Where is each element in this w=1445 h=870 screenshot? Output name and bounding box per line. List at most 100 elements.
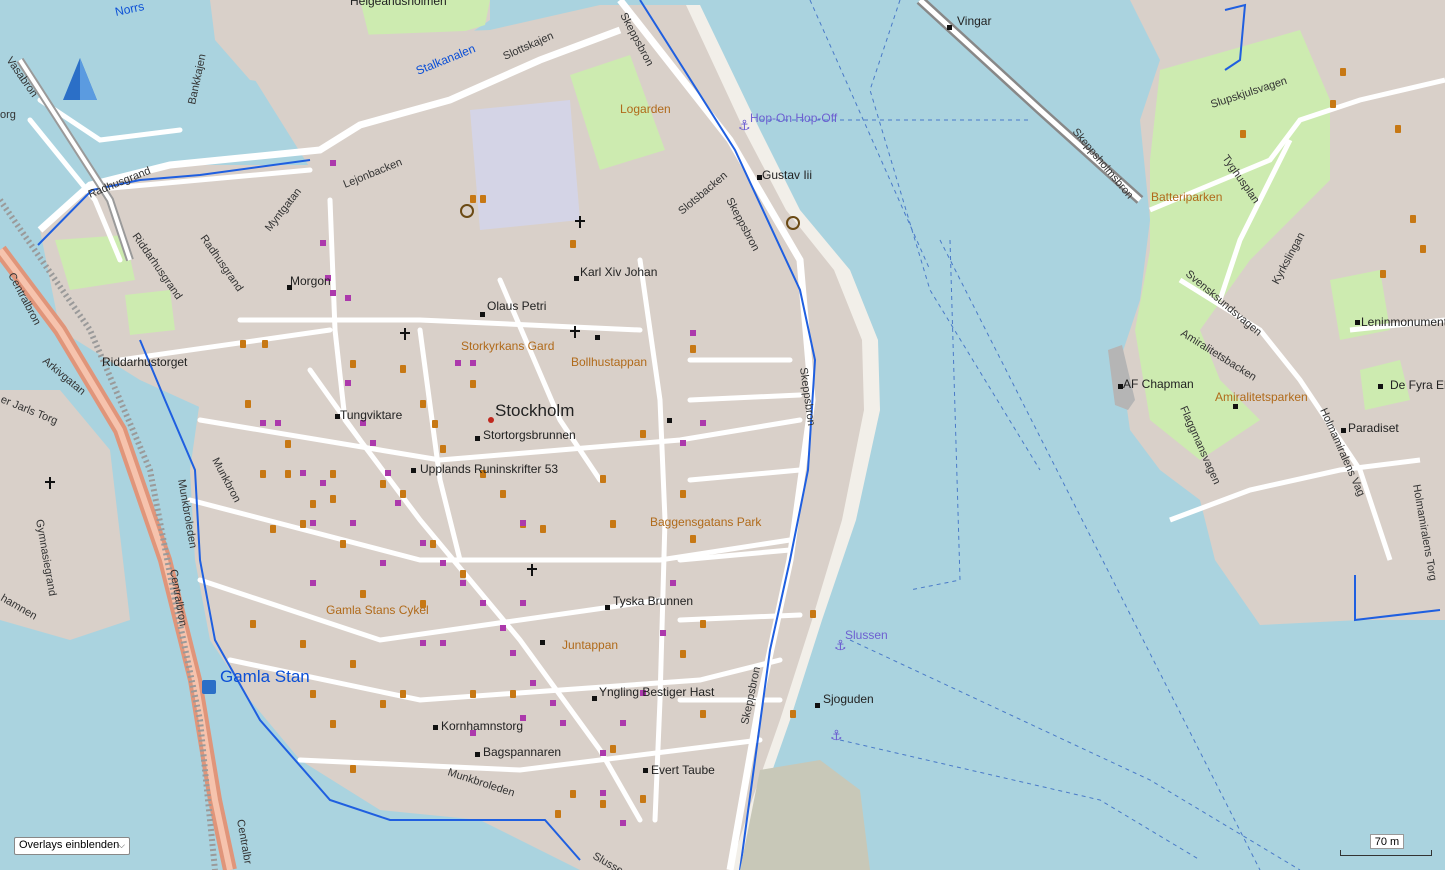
label-logarden[interactable]: Logarden (620, 102, 671, 116)
food-icon (330, 495, 336, 503)
shop-icon (310, 520, 316, 526)
label-morgon[interactable]: Morgon (290, 274, 331, 288)
food-icon (310, 500, 316, 508)
food-icon (690, 535, 696, 543)
label-fyra[interactable]: De Fyra Eleme (1390, 378, 1445, 392)
food-icon (470, 690, 476, 698)
label-tyska[interactable]: Tyska Brunnen (613, 594, 693, 608)
label-lenin[interactable]: Leninmonument (1361, 315, 1445, 329)
food-icon (300, 520, 306, 528)
overlays-dropdown-label: Overlays einblenden (19, 839, 120, 851)
shop-icon (420, 540, 426, 546)
food-icon (1340, 68, 1346, 76)
shop-icon (345, 380, 351, 386)
shop-icon (380, 560, 386, 566)
food-icon (680, 650, 686, 658)
shop-icon (460, 580, 466, 586)
food-icon (432, 420, 438, 428)
shop-icon (620, 820, 626, 826)
food-icon (310, 690, 316, 698)
shop-icon (470, 360, 476, 366)
label-sjoguden[interactable]: Sjoguden (823, 692, 874, 706)
label-olaus[interactable]: Olaus Petri (487, 299, 546, 313)
label-gustav[interactable]: Gustav Iii (762, 168, 812, 182)
food-icon (555, 810, 561, 818)
label-stortorg[interactable]: Stortorgsbrunnen (483, 428, 576, 442)
label-upplands[interactable]: Upplands Runinskrifter 53 (420, 462, 558, 476)
food-icon (380, 700, 386, 708)
food-icon (400, 690, 406, 698)
label-hop-on[interactable]: Hop-On Hop-Off (750, 111, 838, 125)
shop-icon (455, 360, 461, 366)
food-icon (640, 430, 646, 438)
label-storkyrkans[interactable]: Storkyrkans Gard (461, 339, 554, 353)
food-icon (350, 660, 356, 668)
label-af-chapman[interactable]: AF Chapman (1123, 377, 1194, 391)
label-helgeand[interactable]: Helgeandsholmen (350, 0, 447, 8)
food-icon (430, 540, 436, 548)
food-icon (600, 475, 606, 483)
food-icon (500, 490, 506, 498)
label-yngling[interactable]: Yngling Bestiger Hast (599, 685, 715, 699)
scale-line (1340, 850, 1432, 856)
food-icon (250, 620, 256, 628)
food-icon (285, 470, 291, 478)
food-icon (570, 790, 576, 798)
palace-courtyard (470, 100, 580, 230)
label-paradiset[interactable]: Paradiset (1348, 421, 1399, 435)
shop-icon (660, 630, 666, 636)
food-icon (700, 710, 706, 718)
shop-icon (670, 580, 676, 586)
label-evert[interactable]: Evert Taube (651, 763, 715, 777)
shop-icon (310, 580, 316, 586)
label-karl[interactable]: Karl Xiv Johan (580, 265, 657, 279)
label-bagspann[interactable]: Bagspannaren (483, 745, 561, 759)
label-kornhamn[interactable]: Kornhamnstorg (441, 719, 523, 733)
label-gamla-stan[interactable]: Gamla Stan (220, 667, 310, 686)
shop-icon (700, 420, 706, 426)
food-icon (350, 360, 356, 368)
label-batteri[interactable]: Batteriparken (1151, 190, 1222, 204)
shop-icon (275, 420, 281, 426)
food-icon (270, 525, 276, 533)
label-juntappan[interactable]: Juntappan (562, 638, 618, 652)
label-baggens[interactable]: Baggensgatans Park (650, 515, 762, 529)
shop-icon (395, 500, 401, 506)
svg-text:⚓: ⚓ (830, 728, 843, 744)
food-icon (1240, 130, 1246, 138)
food-icon (680, 490, 686, 498)
label-stockholm[interactable]: Stockholm (495, 401, 574, 420)
map-canvas[interactable]: ⚓ ⚓ ⚓ Gamla Stan Stockholm Slussen Hop-O… (0, 0, 1445, 870)
shop-icon (320, 240, 326, 246)
shop-icon (600, 790, 606, 796)
food-icon (610, 745, 616, 753)
food-icon (360, 590, 366, 598)
food-icon (790, 710, 796, 718)
food-icon (420, 400, 426, 408)
shop-icon (520, 520, 526, 526)
label-tungviktare[interactable]: Tungviktare (340, 408, 403, 422)
food-icon (640, 795, 646, 803)
shop-icon (620, 720, 626, 726)
label-vingar[interactable]: Vingar (957, 14, 991, 28)
food-icon (300, 640, 306, 648)
food-icon (245, 400, 251, 408)
food-icon (260, 470, 266, 478)
food-icon (1420, 245, 1426, 253)
overlays-dropdown[interactable]: Overlays einblenden ⌵ (14, 837, 130, 855)
food-icon (1380, 270, 1386, 278)
shop-icon (520, 600, 526, 606)
food-icon (350, 765, 356, 773)
label-amiralitet[interactable]: Amiralitetsparken (1215, 390, 1308, 404)
food-icon (480, 195, 486, 203)
label-gamla-cykel[interactable]: Gamla Stans Cykel (326, 603, 429, 617)
label-riddarhus[interactable]: Riddarhustorget (102, 355, 188, 369)
metro-station-icon[interactable] (202, 680, 216, 694)
food-icon (510, 690, 516, 698)
food-icon (330, 470, 336, 478)
shop-icon (690, 330, 696, 336)
label-slussen[interactable]: Slussen (845, 628, 888, 642)
food-icon (600, 800, 606, 808)
scale-label: 70 m (1370, 834, 1404, 849)
label-bollhus[interactable]: Bollhustappan (571, 355, 647, 369)
